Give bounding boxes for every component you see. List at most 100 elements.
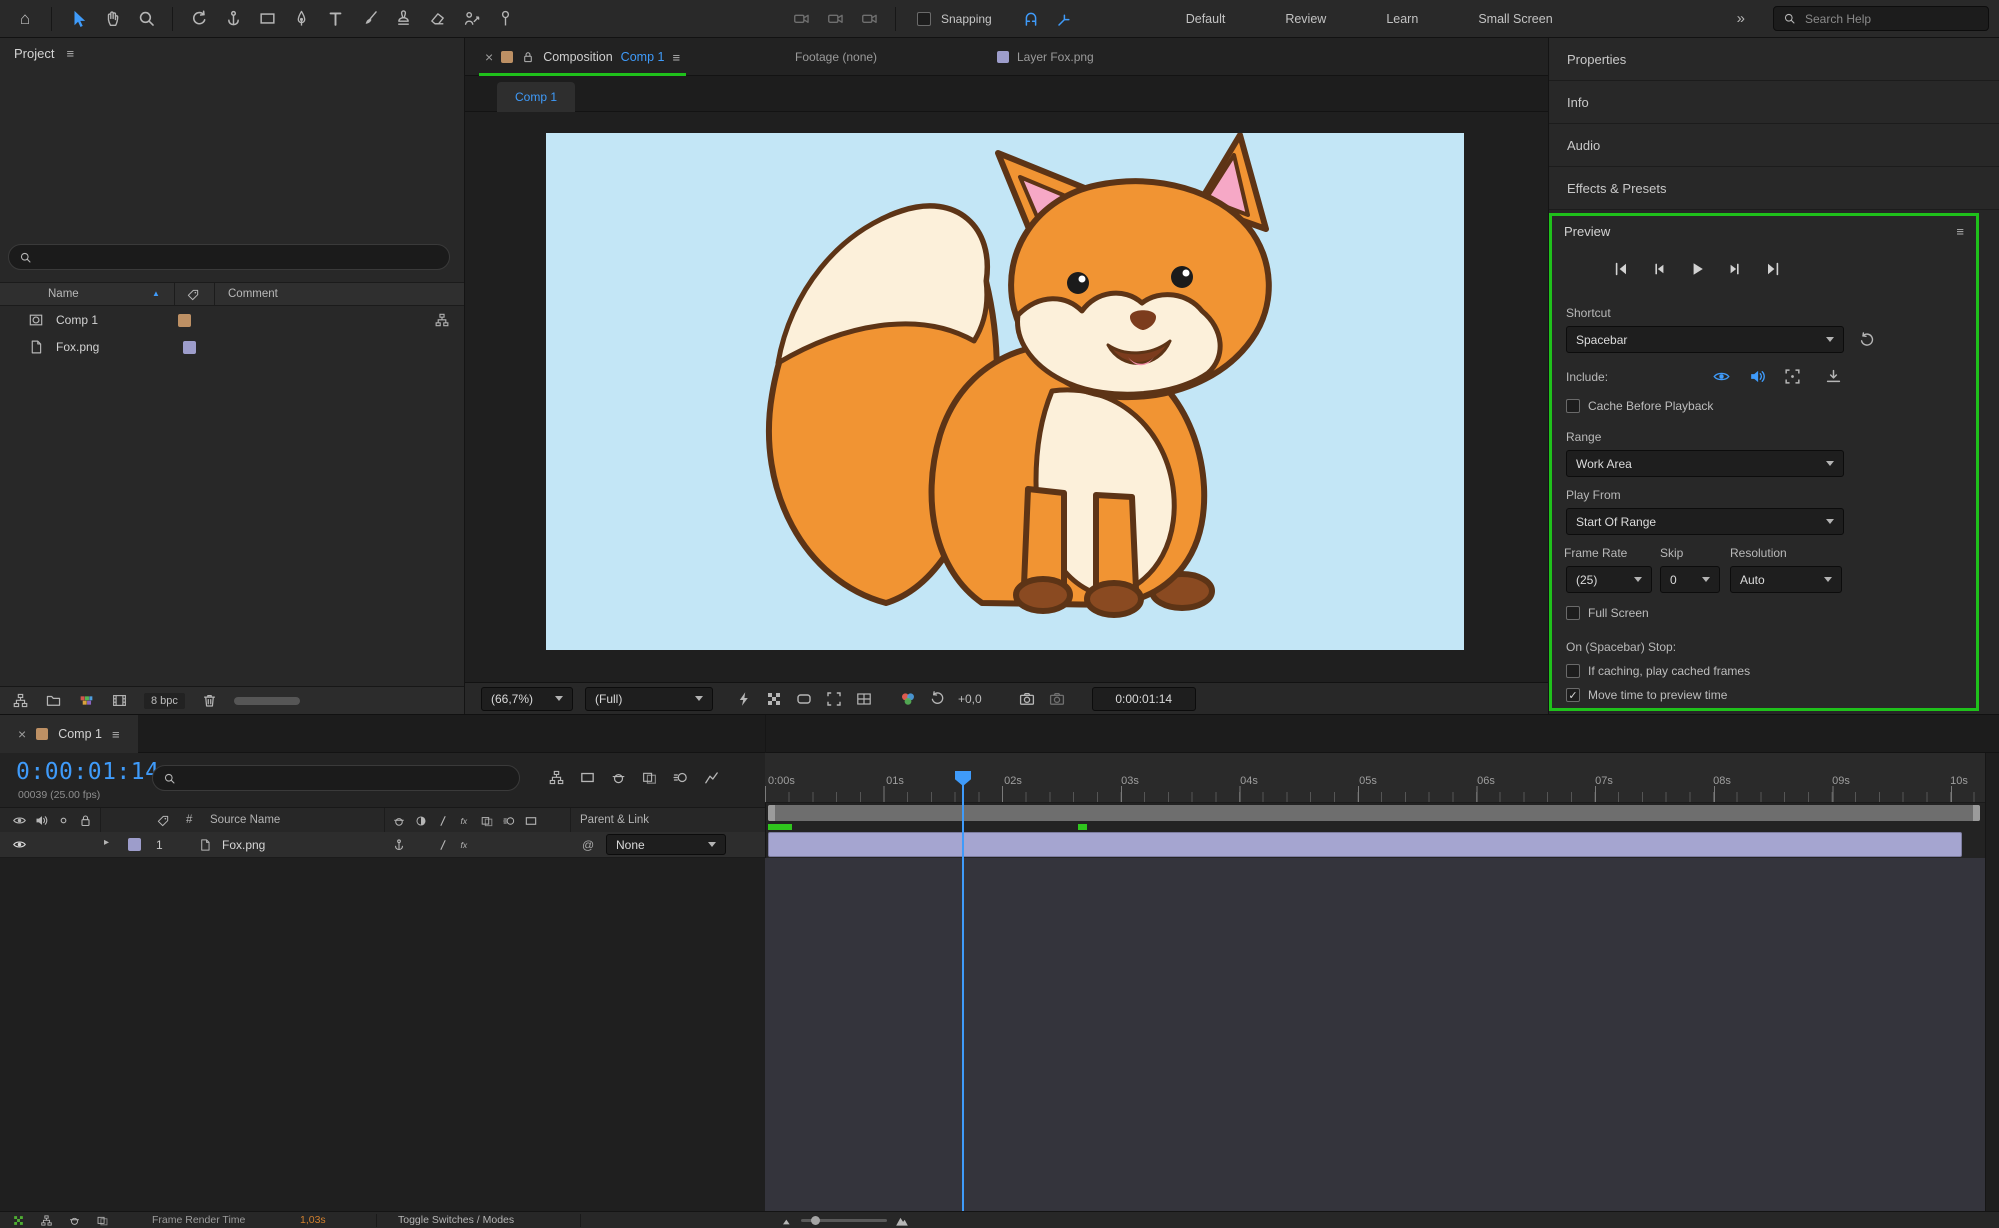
include-video-eye-icon[interactable] (1712, 367, 1731, 386)
project-search-input[interactable] (39, 249, 439, 265)
region-of-interest-icon[interactable] (825, 690, 843, 708)
tab-layer[interactable]: Layer Fox.png (997, 38, 1094, 76)
frame-blend-icon[interactable] (641, 769, 658, 786)
lock-icon[interactable] (521, 50, 535, 64)
help-search-input[interactable] (1803, 11, 1979, 27)
work-area-end-handle[interactable] (1973, 805, 1980, 821)
rotation-tool-icon[interactable] (184, 5, 214, 33)
workspace-overflow-chevron[interactable]: » (1737, 10, 1745, 27)
column-name[interactable]: Name (48, 288, 79, 300)
snap-to-features-icon[interactable] (1016, 5, 1046, 33)
motion-blur-switch-icon[interactable] (502, 814, 516, 828)
full-screen-checkbox[interactable] (1566, 606, 1580, 620)
roto-brush-tool-icon[interactable] (456, 5, 486, 33)
layer-number-column[interactable]: # (186, 814, 192, 826)
previous-frame-button[interactable] (1646, 258, 1672, 280)
resolution-select[interactable]: (Full) (585, 687, 713, 711)
label-column-icon[interactable] (156, 814, 170, 828)
project-search[interactable] (8, 244, 450, 270)
layer-visibility-eye-icon[interactable] (12, 837, 27, 852)
home-icon[interactable]: ⌂ (10, 5, 40, 33)
hide-shy-layers-icon[interactable] (610, 769, 627, 786)
color-depth-button[interactable]: 8 bpc (144, 693, 185, 709)
clone-stamp-tool-icon[interactable] (388, 5, 418, 33)
mask-visibility-icon[interactable] (795, 690, 813, 708)
panel-tab-properties[interactable]: Properties (1549, 38, 1999, 81)
fx-toggle-icon[interactable] (458, 838, 472, 852)
cache-before-playback-checkbox[interactable] (1566, 399, 1580, 413)
include-audio-speaker-icon[interactable] (1748, 367, 1767, 386)
sort-ascending-icon[interactable]: ▲ (152, 289, 160, 298)
next-frame-button[interactable] (1722, 258, 1748, 280)
draft-3d-icon[interactable] (579, 769, 596, 786)
shy-switch-icon[interactable] (392, 814, 406, 828)
workspace-tab-review[interactable]: Review (1279, 12, 1332, 26)
comp-flowchart-icon[interactable] (548, 769, 565, 786)
if-caching-checkbox[interactable] (1566, 664, 1580, 678)
video-column-eye-icon[interactable] (12, 813, 27, 828)
close-icon[interactable]: × (485, 50, 493, 64)
pan-camera-tool-icon[interactable] (820, 5, 850, 33)
motion-blur-icon[interactable] (672, 769, 689, 786)
pan-behind-tool-icon[interactable] (218, 5, 248, 33)
zoom-tool-icon[interactable] (131, 5, 161, 33)
timeline-tab[interactable]: × Comp 1 ≡ (0, 715, 138, 753)
collapse-transformations-icon[interactable] (414, 814, 428, 828)
comp-subtab[interactable]: Comp 1 (497, 82, 575, 112)
magnification-select[interactable]: (66,7%) (481, 687, 573, 711)
rectangle-tool-icon[interactable] (252, 5, 282, 33)
panel-tab-effects-presets[interactable]: Effects & Presets (1549, 167, 1999, 210)
label-column-icon[interactable] (186, 288, 200, 302)
project-panel-header[interactable]: Project ≡ (0, 38, 464, 68)
if-caching-row[interactable]: If caching, play cached frames (1566, 664, 1750, 678)
composition-canvas[interactable] (546, 133, 1464, 650)
new-composition-icon[interactable] (78, 692, 95, 709)
quality-switch-icon[interactable] (436, 814, 450, 828)
frame-blend-switch-icon[interactable] (480, 814, 494, 828)
horizontal-scrollbar[interactable] (234, 697, 300, 705)
panel-tab-info[interactable]: Info (1549, 81, 1999, 124)
workspace-tab-learn[interactable]: Learn (1380, 12, 1424, 26)
panel-menu-icon[interactable]: ≡ (672, 51, 680, 64)
shy-layers-icon[interactable] (68, 1214, 81, 1227)
take-snapshot-icon[interactable] (1018, 690, 1036, 708)
label-swatch[interactable] (178, 314, 191, 327)
work-area-start-handle[interactable] (768, 805, 775, 821)
project-item-row[interactable]: Comp 1 (0, 307, 464, 334)
dolly-camera-tool-icon[interactable] (854, 5, 884, 33)
viewer-timecode[interactable]: 0:00:01:14 (1092, 687, 1196, 711)
parent-link-column[interactable]: Parent & Link (580, 814, 649, 826)
time-ruler[interactable]: 0:00s 01s 02s 03s 04s 05s 06s 07s 08s 09… (765, 753, 1985, 803)
preview-panel-header[interactable]: Preview ≡ (1552, 216, 1976, 246)
timeline-search[interactable] (152, 765, 520, 791)
playhead-line[interactable] (962, 775, 964, 1211)
cache-before-playback-row[interactable]: Cache Before Playback (1566, 399, 1713, 413)
zoom-out-icon[interactable] (781, 1215, 793, 1227)
selection-tool-icon[interactable] (63, 5, 93, 33)
puppet-pin-tool-icon[interactable] (490, 5, 520, 33)
graph-editor-icon[interactable] (703, 769, 720, 786)
first-frame-button[interactable] (1608, 258, 1634, 280)
workspace-tab-default[interactable]: Default (1180, 12, 1232, 26)
trash-icon[interactable] (201, 692, 218, 709)
play-button[interactable] (1684, 258, 1710, 280)
anchor-icon[interactable] (392, 838, 406, 852)
panel-menu-icon[interactable]: ≡ (1956, 225, 1964, 238)
help-search[interactable] (1773, 6, 1989, 31)
live-update-icon[interactable] (12, 1214, 25, 1227)
new-folder-icon[interactable] (45, 692, 62, 709)
expand-chevron-icon[interactable]: ▸ (104, 837, 109, 848)
snap-beyond-edges-icon[interactable] (1050, 5, 1080, 33)
last-frame-button[interactable] (1760, 258, 1786, 280)
work-area-bar[interactable] (768, 805, 1980, 821)
pickwhip-icon[interactable]: @ (582, 838, 594, 852)
timeline-track-area[interactable] (765, 858, 1985, 1211)
hand-tool-icon[interactable] (97, 5, 127, 33)
panel-menu-icon[interactable]: ≡ (66, 47, 74, 60)
solo-column-icon[interactable] (56, 813, 71, 828)
project-item-row[interactable]: Fox.png (0, 334, 464, 361)
layer-label-swatch[interactable] (128, 838, 141, 851)
brush-tool-icon[interactable] (354, 5, 384, 33)
pen-tool-icon[interactable] (286, 5, 316, 33)
exposure-reset-icon[interactable] (929, 690, 946, 707)
